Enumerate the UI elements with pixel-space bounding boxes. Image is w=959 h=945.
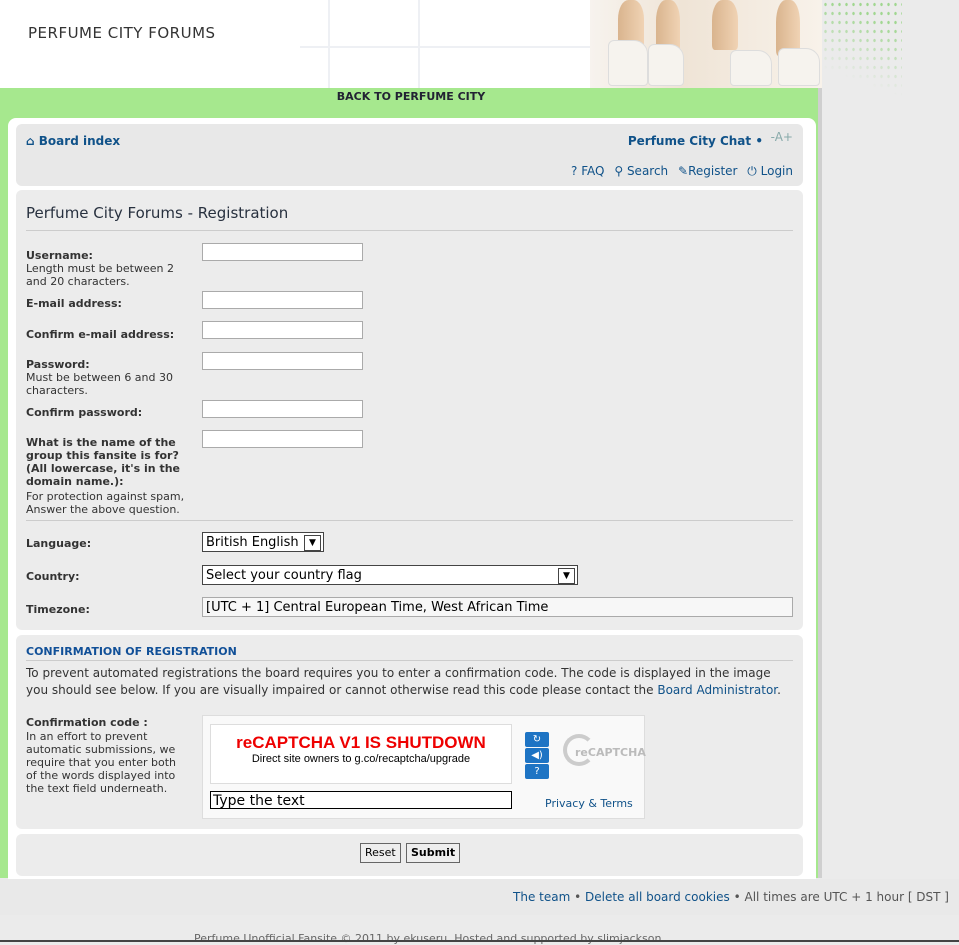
username-input[interactable]: [202, 243, 363, 261]
confirm-email-input[interactable]: [202, 321, 363, 339]
faq-link[interactable]: ? FAQ: [571, 164, 604, 178]
chat-link-label: Perfume City Chat: [627, 134, 752, 148]
search-link[interactable]: ⚲ Search: [614, 164, 668, 178]
question-input[interactable]: [202, 430, 363, 448]
footer-links: The team • Delete all board cookies • Al…: [513, 890, 949, 904]
top-links: ? FAQ ⚲ Search ✎Register ⏻ Login: [565, 164, 793, 179]
captcha-widget: reCAPTCHA V1 IS SHUTDOWN Direct site own…: [202, 715, 646, 819]
country-value: Select your country flag: [206, 568, 362, 583]
email-input[interactable]: [202, 291, 363, 309]
email-label: E-mail address:: [26, 297, 122, 310]
submit-button[interactable]: Submit: [406, 843, 461, 863]
board-index-link[interactable]: ⌂ Board index: [26, 134, 120, 148]
captcha-input[interactable]: Type the text: [210, 791, 512, 809]
power-icon: ⏻: [747, 164, 757, 178]
refresh-icon[interactable]: ↻: [525, 732, 549, 747]
timezone-info: All times are UTC + 1 hour [ DST ]: [744, 890, 950, 904]
confirm-password-input[interactable]: [202, 400, 363, 418]
faq-icon: ?: [571, 164, 578, 178]
confirmation-code-label: Confirmation code :: [26, 716, 148, 729]
timezone-select[interactable]: [UTC + 1] Central European Time, West Af…: [202, 597, 793, 617]
recaptcha-logo: reCAPTCHA: [563, 732, 646, 772]
login-link[interactable]: ⏻ Login: [747, 164, 793, 178]
timezone-label: Timezone:: [26, 603, 90, 616]
language-value: British English: [206, 535, 299, 550]
bullet-icon: •: [755, 134, 763, 148]
header-background-pattern: [300, 0, 600, 88]
chevron-down-icon: ▼: [558, 568, 575, 584]
captcha-subtitle: Direct site owners to g.co/recaptcha/upg…: [251, 753, 471, 765]
right-background: [822, 0, 959, 942]
language-label: Language:: [26, 537, 92, 550]
button-panel: Reset Submit: [16, 834, 803, 876]
register-link[interactable]: ✎Register: [678, 164, 737, 178]
board-index-label: Board index: [38, 134, 121, 148]
language-select[interactable]: British English ▼: [202, 532, 324, 552]
confirmation-text: To prevent automated registrations the b…: [26, 666, 781, 697]
divider: [26, 660, 793, 661]
bullet-icon: •: [574, 890, 586, 904]
question-note: For protection against spam, Answer the …: [26, 490, 185, 516]
home-icon: ⌂: [26, 134, 35, 148]
board-administrator-link[interactable]: Board Administrator: [657, 683, 777, 697]
country-select[interactable]: Select your country flag ▼: [202, 565, 578, 585]
copyright: Perfume Unofficial Fansite © 2011 by eku…: [194, 932, 665, 945]
back-to-perfume-city-link[interactable]: BACK TO PERFUME CITY: [0, 90, 822, 103]
country-label: Country:: [26, 570, 80, 583]
font-size-icon[interactable]: -A+: [771, 130, 793, 144]
divider: [26, 520, 793, 521]
username-note: Length must be between 2 and 20 characte…: [26, 262, 174, 288]
chat-link[interactable]: Perfume City Chat •: [628, 134, 763, 148]
captcha-title: reCAPTCHA V1 IS SHUTDOWN: [236, 733, 486, 752]
privacy-terms-link[interactable]: Privacy & Terms: [545, 797, 633, 810]
team-link[interactable]: The team: [513, 890, 570, 904]
register-icon: ✎: [678, 164, 689, 178]
delete-cookies-link[interactable]: Delete all board cookies: [585, 890, 730, 904]
register-label: Register: [688, 164, 738, 178]
confirmation-code-note: In an effort to prevent automatic submis…: [26, 730, 176, 795]
navbar: ⌂ Board index Perfume City Chat • -A+ ? …: [16, 124, 803, 186]
confirmation-panel: CONFIRMATION OF REGISTRATION To prevent …: [16, 635, 803, 829]
help-icon[interactable]: ?: [525, 764, 549, 779]
search-label: Search: [626, 164, 669, 178]
confirmation-title: CONFIRMATION OF REGISTRATION: [26, 645, 237, 658]
username-label: Username:: [26, 249, 93, 262]
password-input[interactable]: [202, 352, 363, 370]
content-wrapper: BACK TO PERFUME CITY ⌂ Board index Perfu…: [0, 88, 822, 888]
chevron-down-icon: ▼: [304, 535, 321, 551]
banner-image: [590, 0, 822, 88]
registration-panel: Perfume City Forums - Registration Usern…: [16, 190, 803, 630]
recaptcha-logo-text: reCAPTCHA: [575, 746, 646, 759]
divider: [26, 230, 793, 231]
audio-icon[interactable]: ◀): [525, 748, 549, 763]
bullet-icon: •: [733, 890, 745, 904]
confirm-email-label: Confirm e-mail address:: [26, 328, 175, 341]
page-body: ⌂ Board index Perfume City Chat • -A+ ? …: [8, 118, 816, 888]
captcha-image: reCAPTCHA V1 IS SHUTDOWN Direct site own…: [210, 724, 512, 784]
footer-bar: The team • Delete all board cookies • Al…: [0, 879, 959, 915]
login-label: Login: [760, 164, 793, 178]
site-title: PERFUME CITY FORUMS: [28, 24, 216, 42]
reset-button[interactable]: Reset: [360, 843, 401, 863]
page-title: Perfume City Forums - Registration: [26, 204, 289, 222]
decorative-dots: [822, 0, 902, 110]
site-header: PERFUME CITY FORUMS: [0, 0, 822, 88]
password-label: Password:: [26, 358, 90, 371]
faq-label: FAQ: [581, 164, 605, 178]
search-icon: ⚲: [614, 164, 624, 178]
question-label: What is the name of the group this fansi…: [26, 436, 180, 488]
confirm-password-label: Confirm password:: [26, 406, 143, 419]
password-note: Must be between 6 and 30 characters.: [26, 371, 173, 397]
